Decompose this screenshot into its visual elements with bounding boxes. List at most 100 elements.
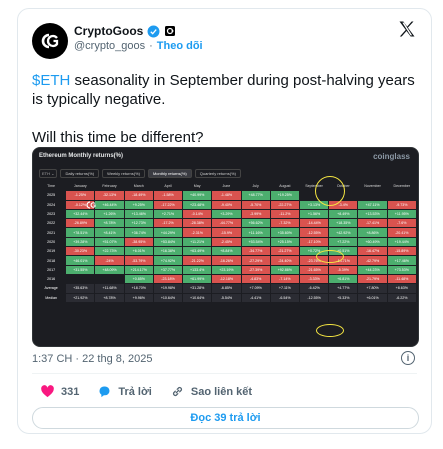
affiliate-badge-icon[interactable] [164, 25, 176, 37]
divider [32, 373, 417, 374]
table-cell: +46.44% [94, 199, 125, 210]
copy-link-button[interactable]: Sao liên kết [170, 384, 252, 399]
table-cell: -28.38% [182, 218, 213, 229]
table-cell: +8.78% [94, 292, 125, 303]
tweet-image[interactable]: Ethereum Monthly returns(%) coinglass ET… [32, 147, 419, 347]
table-cell: +8.49% [328, 208, 359, 220]
table-row: 2016 +0.85% -23.18% +61.99% -12.18% -4.83% -7.… [35, 273, 418, 285]
table-cell: +53.54% [240, 236, 271, 248]
column-header: August [269, 180, 300, 192]
author-name[interactable]: CryptoGoos [74, 24, 143, 38]
table-cell: +17.46% [386, 255, 418, 266]
table-cell: -42.79% [357, 255, 388, 266]
x-logo-icon[interactable] [397, 19, 417, 39]
table-cell: -32.13% [94, 190, 125, 201]
row-label: 2023 [35, 208, 67, 220]
table-cell: +19.98% [152, 283, 184, 294]
table-cell: -38.95% [123, 236, 154, 248]
table-cell: +32.44% [65, 208, 96, 220]
table-cell: +8.78% [94, 218, 125, 229]
table-cell: -21.79% [357, 273, 388, 285]
like-button[interactable]: 331 [40, 384, 79, 399]
table-cell: +18.35% [328, 218, 359, 229]
table-cell: -7.32% [269, 218, 300, 229]
table-cell: +11.68% [94, 283, 125, 294]
row-label: 2016 [35, 273, 67, 285]
table-cell: +23.48% [182, 199, 213, 210]
tab-quarterly: Quarterly returns(%) [194, 168, 241, 178]
table-cell: -3.33% [298, 273, 330, 285]
table-cell: +8.41% [94, 227, 125, 238]
table-cell: +61.99% [182, 273, 213, 285]
table-cell: -24% [94, 255, 125, 266]
table-cell: -5.54% [211, 292, 242, 303]
table-cell: +9.96% [123, 292, 154, 303]
timestamp[interactable]: 1:37 CH · 22 thg 8, 2025 [32, 353, 152, 365]
image-controls: ETH ⌄ Daily returns(%) Weekly returns(%)… [39, 168, 241, 178]
table-cell: -1.58% [152, 190, 184, 201]
table-cell: -7.6% [386, 218, 418, 229]
author-handle[interactable]: @crypto_goos [74, 40, 145, 52]
table-cell: -6.85% [211, 283, 242, 294]
reply-button[interactable]: Trả lời [97, 384, 152, 399]
table-cell: +46.01% [65, 255, 96, 266]
table-cell: +5.33% [328, 292, 359, 303]
row-label: 2017 [35, 264, 67, 275]
table-cell: +7.11% [269, 283, 300, 294]
highlight-circle [315, 176, 345, 206]
column-header: December [386, 180, 418, 192]
table-cell: +73.53% [386, 264, 418, 275]
table-row: 2017 +31.55% +48.09% +214.17% +37.77% +133.4%… [35, 264, 418, 275]
table-cell: +12.73% [123, 218, 154, 229]
table-cell: +11.16% [240, 227, 271, 238]
table-cell: +60.49% [357, 236, 388, 248]
table-cell: +44.29% [152, 227, 184, 238]
table-cell: -16.47% [357, 246, 388, 257]
table-cell: -2.45% [211, 236, 242, 248]
table-cell [357, 190, 388, 201]
table-cell: -1.48% [211, 190, 242, 201]
table-row: 2025 -1.25% -32.13% -18.49% -1.58% +40.99% -1.… [35, 190, 418, 201]
row-label: 2020 [35, 236, 67, 248]
table-cell: +51.07% [94, 236, 125, 248]
table-cell: +35.60% [269, 227, 300, 238]
follow-button[interactable]: Theo dõi [157, 40, 203, 52]
table-cell: -26.89% [65, 218, 96, 229]
cashtag-link[interactable]: $ETH [32, 72, 70, 89]
table-cell: -15.89% [386, 246, 418, 257]
table-cell: -14.44% [298, 218, 330, 229]
cg-logo-icon [41, 33, 59, 49]
table-cell: +40.99% [182, 190, 213, 201]
table-cell: +18.70% [123, 283, 154, 294]
info-icon[interactable]: i [401, 351, 415, 365]
table-cell: +4.77% [328, 283, 359, 294]
table-row: Median +21.92% +8.78% +9.96% +10.64% +10.64% -… [35, 292, 418, 303]
column-header: April [152, 180, 184, 192]
table-cell: -6.22% [386, 292, 418, 303]
table-cell: -17.41% [357, 218, 388, 229]
cg-watermark-icon [86, 201, 96, 209]
avatar[interactable] [32, 23, 68, 59]
table-row: 2020 +39.28% +51.07% -38.95% +53.84% +11.21% -… [35, 236, 418, 248]
table-cell: -34.77% [240, 246, 271, 257]
table-cell: -6.54% [269, 292, 300, 303]
table-cell: -17.10% [298, 236, 330, 248]
table-cell: +35.63% [65, 283, 96, 294]
image-brand: coinglass [373, 152, 410, 161]
tweet-line-2: Will this time be different? [32, 129, 204, 146]
table-cell: +6.01% [123, 246, 154, 257]
table-cell: +44.23% [357, 264, 388, 275]
table-cell: -27.39% [240, 264, 271, 275]
column-header: Time [35, 180, 67, 192]
table-cell: +37.77% [152, 264, 184, 275]
column-header: July [240, 180, 271, 192]
heart-icon [41, 385, 54, 398]
table-cell: -17.2% [152, 218, 184, 229]
table-cell [65, 273, 96, 285]
separator-dot: · [149, 40, 153, 52]
table-cell: -11.48% [386, 273, 418, 285]
table-cell: +42.92% [328, 227, 359, 238]
tweet-line-1: seasonality in September during post-hal… [32, 72, 415, 108]
read-replies-button[interactable]: Đọc 39 trả lời [32, 407, 419, 429]
table-cell: +19.25% [269, 190, 300, 201]
